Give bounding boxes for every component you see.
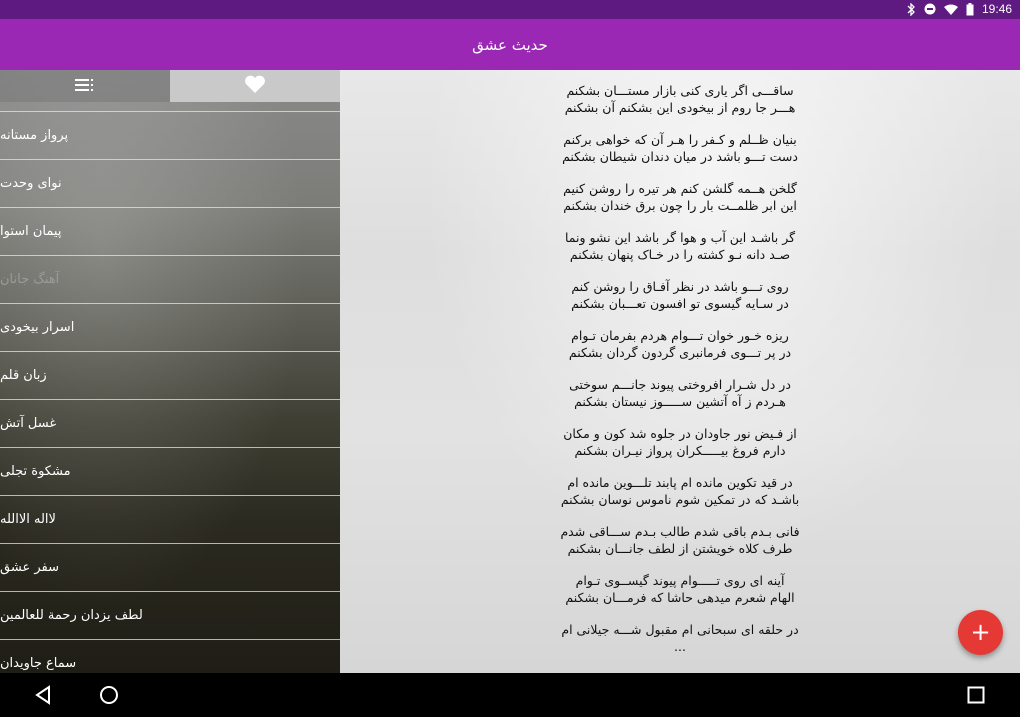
verse-line: هـــر جا روم از بیخودی این بشکنم آن بشکن… (564, 100, 796, 115)
status-bar: 19:46 (0, 0, 1020, 19)
stanza: از فـیض نور جاودان در جلوه شد کون و مکان… (340, 425, 1020, 459)
verse-line: در دل شـرار افروختی پیوند جانـــم سوختی (569, 377, 791, 392)
verse-line: الهام شعرم میدهی حاشا که فرمـــان بشکنم (565, 590, 795, 605)
list-icon (75, 77, 95, 96)
back-icon (35, 685, 50, 705)
verse-line: در سـایه گیسوی تو افسون تعـــبان بشکنم (571, 296, 789, 311)
recents-button[interactable] (963, 682, 989, 708)
verse-line: بنیان ظــلم و کـفر را هـر آن که خواهی بر… (563, 132, 797, 147)
verse-line: از فـیض نور جاودان در جلوه شد کون و مکان (563, 426, 797, 441)
verse-line: روی تـــو باشد در نظر آفـاق را روشن کنم (571, 279, 789, 294)
verse-line: هـردم ز آه آتشین ســـــوز نیستان بشکنم (574, 394, 786, 409)
verse-line: فانی بـدم باقی شدم طالب بـدم ســـاقی شدم (560, 524, 800, 539)
tab-list[interactable] (0, 70, 170, 102)
home-button[interactable] (96, 682, 122, 708)
poem-list-item[interactable]: غسل آتش (0, 399, 340, 447)
poem-content[interactable]: ساقـــی اگر یاری کنی بازار مستـــان بشکن… (340, 70, 1020, 673)
verse-line: باشـد که در تمکین شوم ناموس نوسان بشکنم (560, 492, 800, 507)
poem-list-item[interactable]: زبان قلم (0, 351, 340, 399)
do-not-disturb-icon (924, 3, 936, 15)
verse-line: در پر تـــوی فرمانبری گردون گردان بشکنم (568, 345, 792, 360)
recents-icon (967, 686, 985, 704)
poem-list-item[interactable]: نوای وحدت (0, 159, 340, 207)
stanza: روی تـــو باشد در نظر آفـاق را روشن کنم د… (340, 278, 1020, 312)
stanza: گر باشـد این آب و هوا گر باشد این نشو ون… (340, 229, 1020, 263)
verse-line: آینه ای روی تـــــوام پیوند گیســوی تـوا… (575, 573, 785, 588)
verse-line: صـد دانه نـو کشته را در خـاک پنهان بشکنم (569, 247, 791, 262)
app-bar: حدیث عشق (0, 19, 1020, 70)
verse-line: طرف کلاه خویشتن از لطف جانـــان بشکنم (567, 541, 793, 556)
add-button[interactable]: + (958, 610, 1003, 655)
poem-list-item[interactable]: لطف یزدان رحمة للعالمین (0, 591, 340, 639)
poem-list-item[interactable]: سماع جاویدان (0, 639, 340, 673)
verse-line: در قید تکوین مانده ام پابند تلـــوین مان… (567, 475, 793, 490)
verse-line: در حلقه ای سبحانی ام مقبول شـــه جیلانی … (561, 622, 799, 637)
back-button[interactable] (31, 682, 57, 708)
bluetooth-icon (906, 2, 916, 16)
verse-line: دارم فروغ بیـــــکران پرواز نیـران بشکنم (574, 443, 786, 458)
verse-line: دست تـــو باشد در میان دندان شیطان بشکنم (562, 149, 798, 164)
stanza: آینه ای روی تـــــوام پیوند گیســوی تـوا… (340, 572, 1020, 606)
wifi-icon (943, 4, 958, 15)
poem-list: پرواز مستانه نوای وحدت پیمان استوا آهنگ … (0, 111, 340, 673)
verse-line: ریزه خـور خوان تـــوام هردم بفرمان تـوام (571, 328, 789, 343)
status-clock: 19:46 (981, 2, 1012, 16)
sidebar-tabs (0, 70, 340, 102)
navigation-bar (0, 673, 1020, 717)
poem-text: ساقـــی اگر یاری کنی بازار مستـــان بشکن… (340, 70, 1020, 655)
verse-line: گلخن هــمه گلشن کنم هر تیره را روشن کنیم (563, 181, 797, 196)
verse-line: ... (674, 639, 686, 654)
stanza: در حلقه ای سبحانی ام مقبول شـــه جیلانی … (340, 621, 1020, 655)
stanza: فانی بـدم باقی شدم طالب بـدم ســـاقی شدم… (340, 523, 1020, 557)
stanza: در قید تکوین مانده ام پابند تلـــوین مان… (340, 474, 1020, 508)
stanza: بنیان ظــلم و کـفر را هـر آن که خواهی بر… (340, 131, 1020, 165)
poem-list-item[interactable]: سفر عشق (0, 543, 340, 591)
verse-line: ساقـــی اگر یاری کنی بازار مستـــان بشکن… (566, 83, 794, 98)
poem-list-item[interactable]: لااله الاالله (0, 495, 340, 543)
poem-list-item[interactable]: اسرار بیخودی (0, 303, 340, 351)
heart-icon (244, 75, 266, 98)
stanza: در دل شـرار افروختی پیوند جانـــم سوختی ه… (340, 376, 1020, 410)
status-icons: 19:46 (906, 2, 1012, 16)
tab-favorites[interactable] (170, 70, 340, 102)
poem-list-item[interactable]: پیمان استوا (0, 207, 340, 255)
poem-list-item-selected[interactable]: آهنگ جانان (0, 255, 340, 303)
sidebar: پرواز مستانه نوای وحدت پیمان استوا آهنگ … (0, 70, 340, 673)
home-icon (100, 686, 118, 704)
poem-list-item[interactable]: پرواز مستانه (0, 111, 340, 159)
poem-list-item[interactable]: مشکوة تجلی (0, 447, 340, 495)
app-title: حدیث عشق (472, 35, 548, 54)
stanza: گلخن هــمه گلشن کنم هر تیره را روشن کنیم… (340, 180, 1020, 214)
battery-icon (966, 2, 974, 16)
verse-line: این ابر ظلمــت بار را چون برق خندان بشکن… (563, 198, 797, 213)
stanza: ریزه خـور خوان تـــوام هردم بفرمان تـوام… (340, 327, 1020, 361)
stanza: ساقـــی اگر یاری کنی بازار مستـــان بشکن… (340, 82, 1020, 116)
verse-line: گر باشـد این آب و هوا گر باشد این نشو ون… (564, 230, 796, 245)
